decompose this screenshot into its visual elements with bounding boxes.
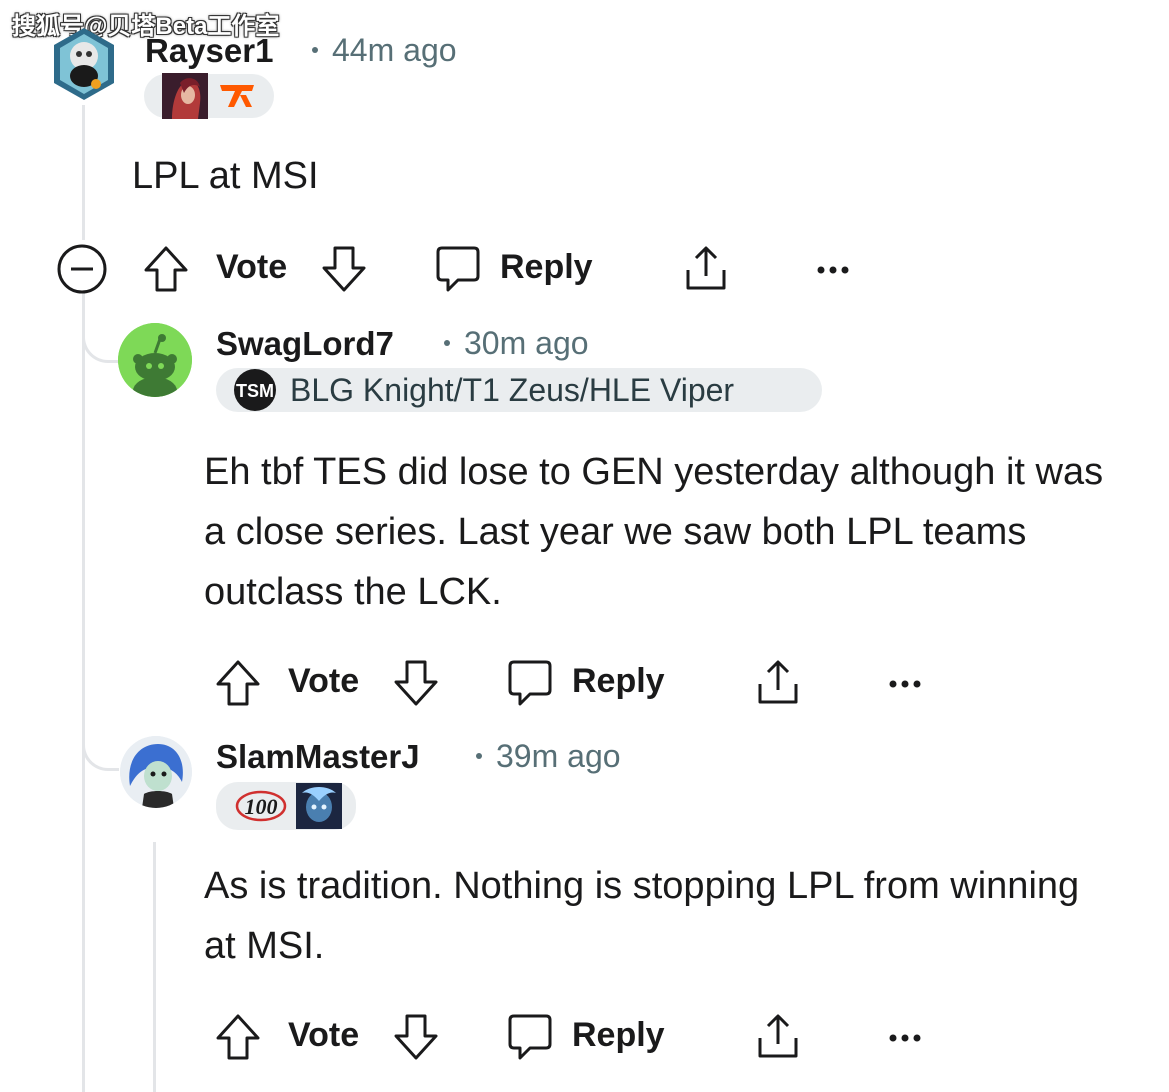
- more-icon[interactable]: [816, 262, 850, 280]
- reply-button[interactable]: Reply: [572, 662, 665, 701]
- comment-body: LPL at MSI: [132, 155, 319, 197]
- flair-text: BLG Knight/T1 Zeus/HLE Viper: [290, 371, 735, 408]
- more-icon[interactable]: [888, 1030, 922, 1048]
- user-flair: [144, 73, 274, 119]
- upvote-icon[interactable]: [214, 658, 262, 713]
- comment-username[interactable]: SwagLord7: [216, 325, 394, 363]
- collapse-icon[interactable]: [56, 243, 108, 300]
- comment-username[interactable]: Rayser1: [145, 32, 273, 70]
- flair-badge-text: 100: [245, 794, 278, 819]
- comment-username[interactable]: SlamMasterJ: [216, 738, 420, 776]
- thread-line-root: [82, 105, 85, 240]
- comment-action-bar: Vote Reply: [214, 1006, 954, 1066]
- avatar[interactable]: [118, 323, 192, 397]
- fnatic-logo-icon: [214, 73, 260, 119]
- comment-action-bar: Vote Reply: [214, 652, 954, 712]
- comment-timestamp: 30m ago: [444, 325, 589, 362]
- team-100-logo-icon: 100: [232, 784, 290, 828]
- downvote-icon[interactable]: [320, 244, 368, 299]
- reply-icon[interactable]: [506, 658, 554, 713]
- thread-connector: [82, 292, 119, 363]
- upvote-icon[interactable]: [214, 1012, 262, 1067]
- downvote-icon[interactable]: [392, 658, 440, 713]
- comment-body: As is tradition. Nothing is stopping LPL…: [204, 865, 1080, 967]
- separator-dot: [476, 752, 482, 759]
- thread-connector: [82, 700, 119, 771]
- thread-line-root: [82, 292, 85, 1092]
- champion-icon: [296, 783, 342, 829]
- share-icon[interactable]: [754, 1010, 802, 1067]
- champion-icon: [162, 73, 208, 119]
- share-icon[interactable]: [682, 242, 730, 299]
- vote-label: Vote: [216, 248, 288, 286]
- comment-timestamp: 44m ago: [312, 32, 457, 69]
- separator-dot: [444, 339, 450, 346]
- user-flair: 100: [216, 782, 356, 830]
- comment-body: Eh tbf TES did lose to GEN yesterday alt…: [204, 451, 1104, 613]
- timestamp-text: 30m ago: [464, 325, 589, 361]
- more-icon[interactable]: [888, 676, 922, 694]
- reply-icon[interactable]: [506, 1012, 554, 1067]
- separator-dot: [312, 46, 318, 53]
- timestamp-text: 39m ago: [496, 738, 621, 774]
- avatar[interactable]: [120, 736, 192, 808]
- comment-timestamp: 39m ago: [476, 738, 621, 775]
- thread-line-child: [153, 842, 156, 1092]
- timestamp-text: 44m ago: [332, 32, 457, 68]
- share-icon[interactable]: [754, 656, 802, 713]
- comment-action-bar: Vote Reply: [56, 238, 876, 298]
- vote-label: Vote: [288, 662, 360, 700]
- upvote-icon[interactable]: [142, 244, 190, 299]
- user-flair: TSM BLG Knight/T1 Zeus/HLE Viper: [216, 368, 822, 412]
- vote-label: Vote: [288, 1016, 360, 1054]
- tsm-logo-icon: TSM: [232, 367, 278, 413]
- avatar[interactable]: [50, 26, 118, 102]
- reply-icon[interactable]: [434, 244, 482, 299]
- reply-button[interactable]: Reply: [500, 248, 593, 287]
- svg-text:TSM: TSM: [236, 381, 274, 401]
- downvote-icon[interactable]: [392, 1012, 440, 1067]
- reply-button[interactable]: Reply: [572, 1016, 665, 1055]
